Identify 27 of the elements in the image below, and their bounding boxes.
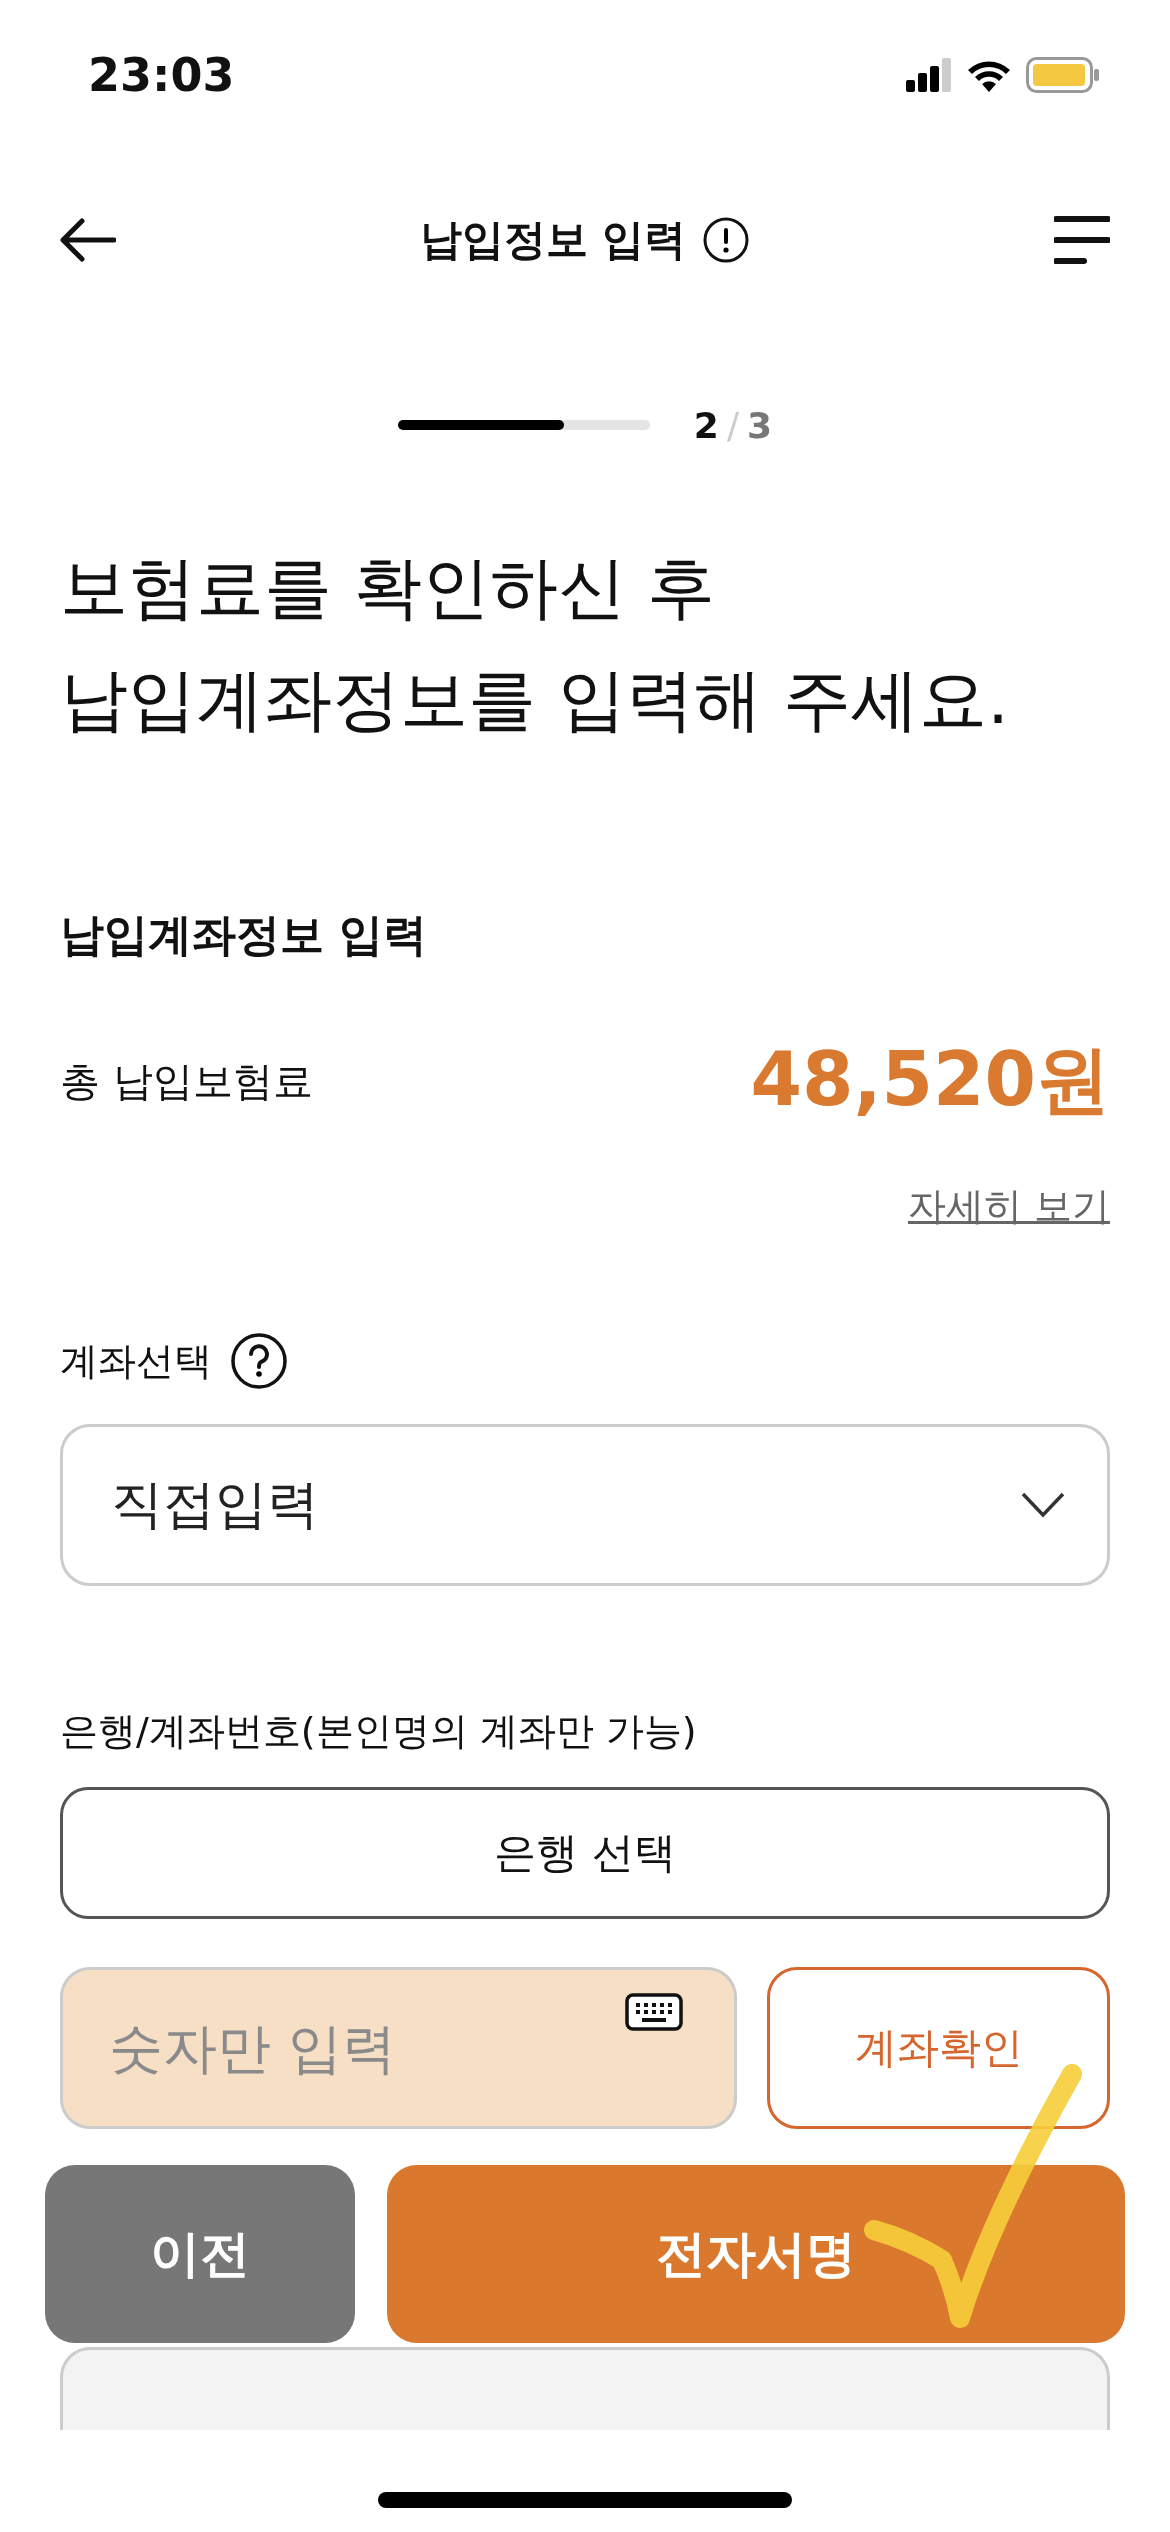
bank-select-button[interactable]: 은행 선택 — [60, 1787, 1110, 1919]
total-amount: 48,520원 — [750, 1035, 1110, 1124]
help-icon[interactable] — [230, 1332, 288, 1390]
step-separator: / — [726, 404, 740, 446]
step-total: 3 — [747, 404, 773, 446]
back-arrow-icon[interactable] — [60, 218, 116, 262]
battery-icon — [1026, 57, 1100, 93]
info-icon[interactable] — [702, 216, 751, 264]
total-label: 총 납입보험료 — [60, 1056, 313, 1106]
field-label: 계좌선택 — [60, 1337, 212, 1385]
section-title: 납입계좌정보 입력 — [60, 908, 429, 962]
field-label: 은행/계좌번호(본인명의 계좌만 가능) — [60, 1708, 698, 1755]
account-dropdown[interactable]: 직접입력 — [60, 1424, 1110, 1586]
signal-icon — [906, 58, 952, 92]
step-current: 2 — [693, 404, 719, 446]
menu-icon[interactable] — [1054, 215, 1110, 265]
keyboard-icon[interactable] — [625, 1993, 683, 2031]
status-time: 23:03 — [88, 48, 235, 102]
previous-button[interactable]: 이전 — [45, 2165, 355, 2343]
account-number-field[interactable]: 숫자만 입력 — [60, 1967, 737, 2129]
page-heading: 보험료를 확인하신 후 납입계좌정보를 입력해 주세요. — [60, 547, 1010, 741]
details-link[interactable]: 자세히 보기 — [907, 1181, 1110, 1232]
chevron-down-icon — [1021, 1492, 1065, 1518]
wifi-icon — [966, 58, 1012, 92]
e-signature-button[interactable]: 전자서명 — [387, 2165, 1125, 2343]
page-title: 납입정보 입력 — [419, 214, 687, 266]
verify-account-button[interactable]: 계좌확인 — [767, 1967, 1110, 2129]
